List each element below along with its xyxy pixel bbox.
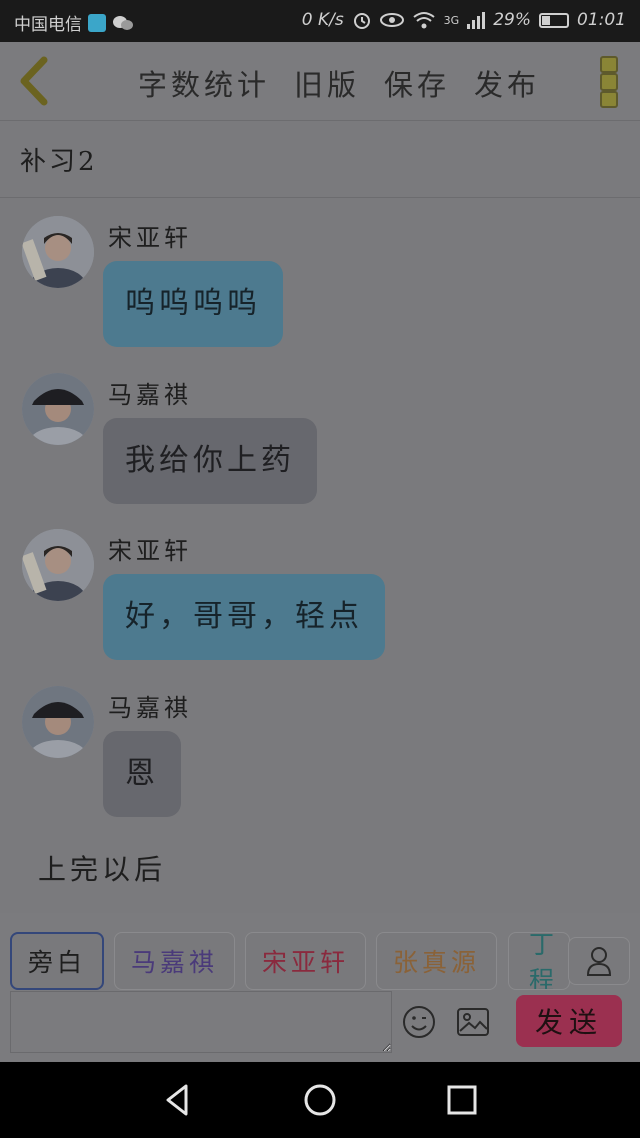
battery-percent: 29% (493, 10, 531, 30)
emoji-icon[interactable] (402, 1005, 436, 1039)
save-button[interactable]: 保存 (384, 62, 450, 104)
avatar[interactable] (22, 529, 94, 601)
publish-button[interactable]: 发布 (474, 62, 540, 104)
clock: 01:01 (577, 10, 626, 30)
message-bubble[interactable]: 呜呜呜呜 (103, 261, 283, 347)
avatar-image (22, 373, 94, 445)
wifi-icon (413, 12, 435, 29)
avatar[interactable] (22, 686, 94, 758)
image-icon[interactable] (456, 1007, 490, 1037)
recents-square-icon[interactable] (444, 1082, 480, 1118)
message-bubble[interactable]: 恩 (103, 731, 181, 817)
system-nav-bar (0, 1062, 640, 1138)
net-speed: 0 K/s (301, 10, 344, 30)
wechat-icon (113, 15, 133, 30)
sender-name: 宋亚轩 (108, 537, 192, 565)
role-tab-song-yaxuan[interactable]: 宋亚轩 (245, 932, 366, 990)
more-menu-icon[interactable] (600, 56, 618, 108)
alarm-icon (353, 13, 370, 29)
toolbar-actions: 字数统计 旧版 保存 发布 (138, 62, 540, 104)
status-bar: 中国电信 0 K/s 3G 29% 01:01 (0, 0, 640, 42)
composer: 发送 (0, 991, 640, 1061)
sender-name: 马嘉祺 (108, 381, 192, 409)
role-tab-narrator[interactable]: 旁白 (10, 932, 104, 990)
network-type: 3G (443, 13, 460, 27)
role-tab-ding-cheng[interactable]: 丁程 (508, 932, 570, 990)
old-version-button[interactable]: 旧版 (294, 62, 360, 104)
avatar[interactable] (22, 373, 94, 445)
role-manager-button[interactable] (568, 937, 630, 985)
signal-icon (467, 11, 486, 29)
user-icon (586, 947, 612, 976)
sender-name: 马嘉祺 (108, 694, 192, 722)
battery-icon (539, 12, 569, 28)
editor-toolbar: 字数统计 旧版 保存 发布 (0, 42, 640, 121)
shield-icon (88, 13, 106, 32)
carrier-label: 中国电信 (14, 15, 82, 35)
role-label: 旁白 (27, 948, 86, 977)
role-label: 宋亚轩 (261, 948, 349, 977)
role-label: 张真源 (392, 948, 480, 977)
avatar-image (22, 216, 94, 288)
role-label: 丁程 (529, 932, 559, 990)
role-tab-ma-jiaqi[interactable]: 马嘉祺 (114, 932, 235, 990)
back-triangle-icon[interactable] (160, 1082, 196, 1118)
message-bubble[interactable]: 我给你上药 (103, 418, 317, 504)
word-count-button[interactable]: 字数统计 (138, 62, 270, 104)
avatar-image (22, 529, 94, 601)
chapter-title[interactable]: 补习2 (20, 141, 98, 178)
narration-text[interactable]: 上完以后 (38, 848, 166, 888)
role-label: 马嘉祺 (130, 948, 218, 977)
avatar-image (22, 686, 94, 758)
back-chevron-icon[interactable] (14, 56, 54, 106)
chapter-title-row[interactable]: 补习2 (0, 121, 640, 198)
sender-name: 宋亚轩 (108, 224, 192, 252)
send-button[interactable]: 发送 (516, 995, 622, 1047)
avatar[interactable] (22, 216, 94, 288)
message-bubble[interactable]: 好，哥哥，轻点 (103, 574, 385, 660)
message-input[interactable] (10, 991, 392, 1053)
eye-icon (379, 13, 404, 27)
home-circle-icon[interactable] (302, 1082, 338, 1118)
role-selector: 旁白 马嘉祺 宋亚轩 张真源 丁程 (0, 913, 640, 991)
chat-area: 宋亚轩 呜呜呜呜 马嘉祺 我给你上药 宋亚轩 好，哥哥，轻点 马嘉祺 恩 上完以… (0, 198, 640, 913)
role-tab-zhang-zhenyuan[interactable]: 张真源 (376, 932, 497, 990)
